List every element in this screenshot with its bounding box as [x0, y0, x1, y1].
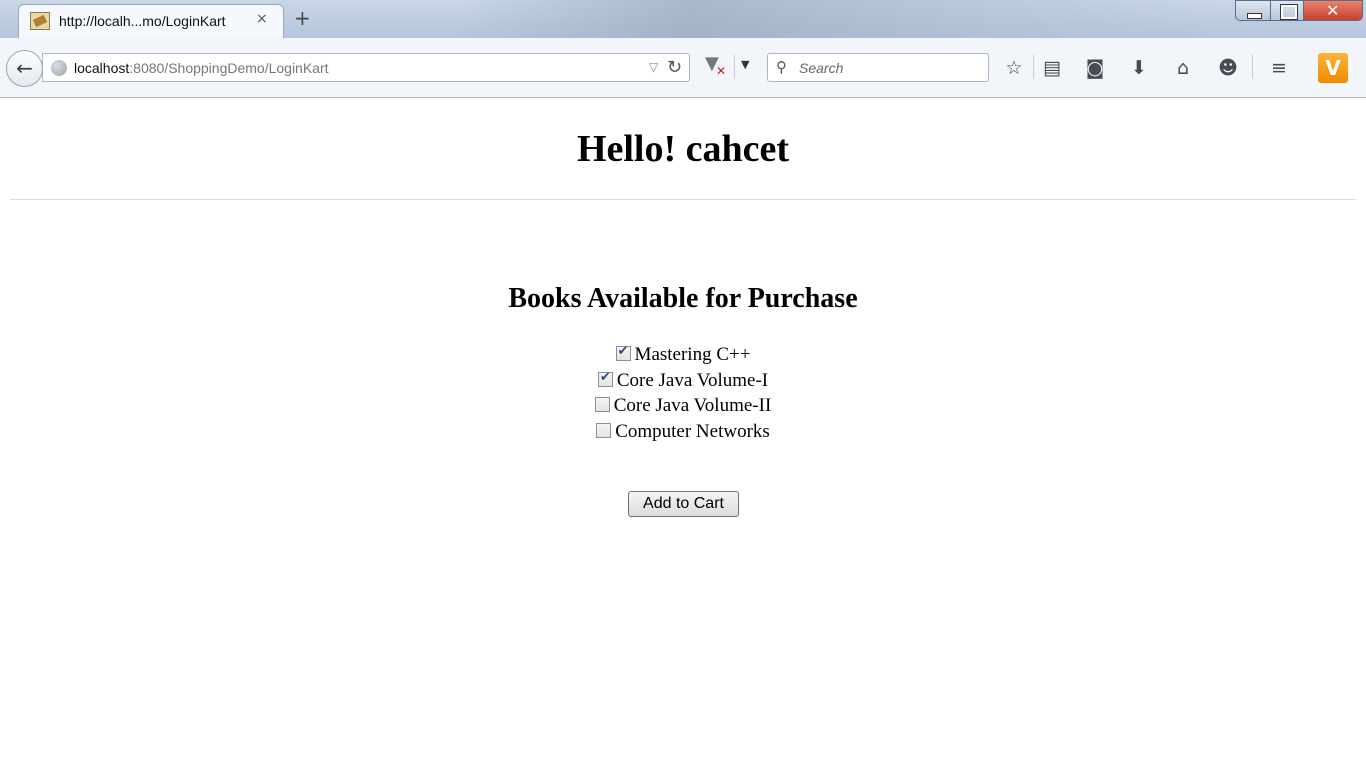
addon-dropdown-icon[interactable]: ▼ — [741, 58, 749, 71]
toolbar-separator — [734, 55, 735, 79]
greeting-heading: Hello! cahcet — [576, 128, 790, 170]
tab-active[interactable]: http://localh...mo/LoginKart × — [18, 4, 284, 39]
search-placeholder: Search — [799, 60, 844, 76]
title-bar: http://localh...mo/LoginKart × + ✕ — [0, 0, 1366, 39]
book-checkbox[interactable] — [615, 344, 631, 361]
tab-close-icon[interactable]: × — [256, 11, 268, 27]
book-item[interactable]: Core Java Volume-II — [0, 395, 1366, 421]
url-host: localhost — [74, 60, 130, 76]
new-tab-icon[interactable]: + — [294, 6, 311, 30]
toolbar-separator — [1252, 55, 1253, 79]
book-label: Core Java Volume-I — [616, 369, 769, 391]
search-icon: ⚲ — [776, 58, 787, 76]
titlebar-glass — [460, 0, 1220, 38]
globe-icon — [51, 60, 67, 76]
add-to-cart-button[interactable]: Add to Cart — [628, 491, 739, 517]
divider — [10, 199, 1356, 200]
home-icon[interactable]: ⌂ — [1170, 55, 1196, 81]
chat-icon[interactable]: ☻ — [1215, 55, 1241, 81]
book-checkbox[interactable] — [597, 370, 613, 387]
book-label: Computer Networks — [615, 421, 770, 443]
url-text[interactable]: localhost:8080/ShoppingDemo/LoginKart — [74, 60, 329, 76]
minimize-button[interactable] — [1235, 0, 1271, 21]
book-label: Mastering C++ — [634, 344, 751, 365]
section-title: Books Available for Purchase — [508, 283, 858, 314]
favicon-icon — [30, 12, 50, 30]
url-bar[interactable]: localhost:8080/ShoppingDemo/LoginKart ▽ … — [42, 53, 690, 82]
downloads-icon[interactable]: ⬇ — [1126, 55, 1152, 81]
book-item[interactable]: Mastering C++ — [0, 344, 1366, 370]
menu-icon[interactable]: ≡ — [1266, 55, 1292, 81]
book-checkbox[interactable] — [596, 423, 612, 439]
pocket-icon[interactable]: ◙ — [1082, 55, 1108, 81]
search-input[interactable]: ⚲ Search — [767, 53, 989, 82]
book-item[interactable]: Core Java Volume-I — [0, 370, 1366, 396]
page-content: Hello! cahcet Books Available for Purcha… — [0, 99, 1366, 768]
extension-v-icon[interactable]: V — [1318, 53, 1348, 83]
book-label: Core Java Volume-II — [613, 395, 772, 417]
close-window-button[interactable]: ✕ — [1303, 0, 1363, 21]
close-icon: ✕ — [1326, 1, 1340, 20]
back-button[interactable]: ← — [6, 50, 43, 87]
url-path: :8080/ShoppingDemo/LoginKart — [129, 60, 329, 76]
book-item[interactable]: Computer Networks — [0, 421, 1366, 447]
book-list: Mastering C++ Core Java Volume-I Core Ja… — [0, 344, 1366, 447]
book-checkbox[interactable] — [594, 397, 610, 413]
restore-button[interactable] — [1270, 0, 1304, 21]
bookmark-star-icon[interactable]: ☆ — [1001, 55, 1027, 81]
toolbar-separator — [1033, 55, 1034, 79]
reload-icon[interactable]: ↻ — [667, 57, 682, 78]
url-history-dropdown-icon[interactable]: ▽ — [649, 60, 658, 74]
bookmarks-menu-icon[interactable]: ▤ — [1039, 55, 1065, 81]
tab-title: http://localh...mo/LoginKart — [59, 13, 226, 29]
navigation-toolbar: localhost:8080/ShoppingDemo/LoginKart ▽ … — [0, 38, 1366, 98]
addon-blocked-icon: ✕ — [716, 64, 727, 78]
